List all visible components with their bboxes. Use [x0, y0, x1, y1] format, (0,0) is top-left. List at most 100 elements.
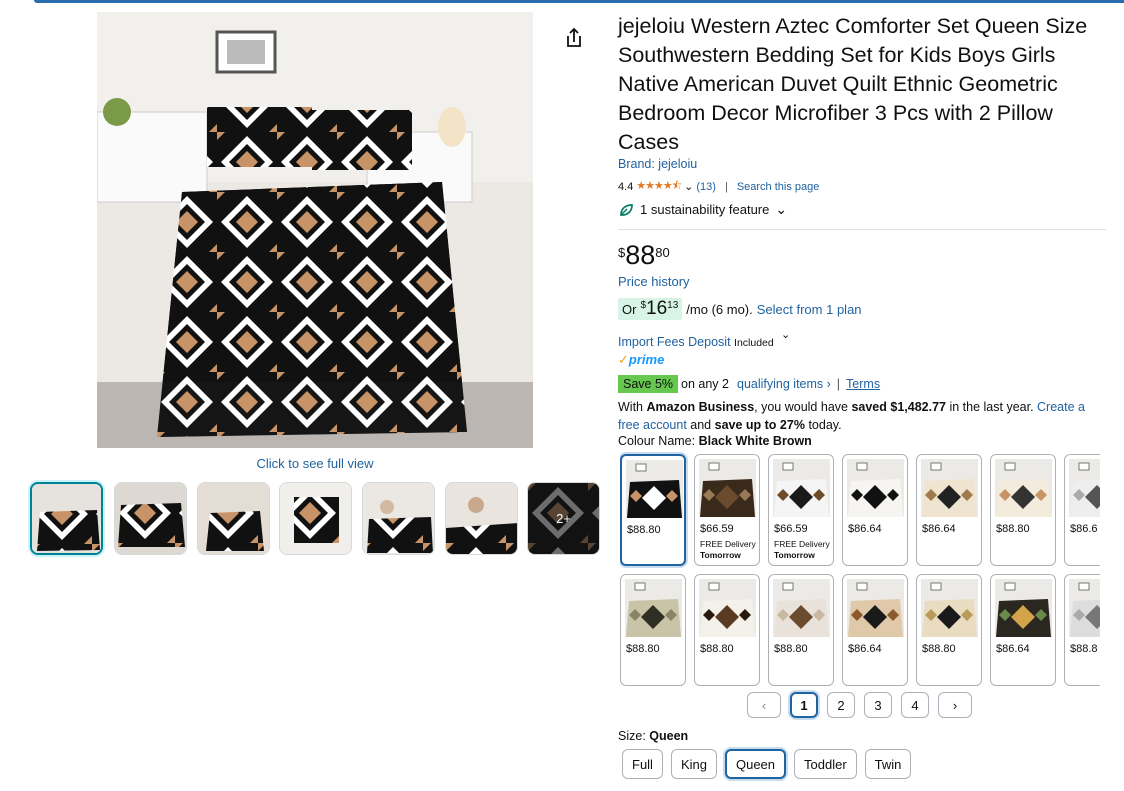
colour-swatch[interactable]: $86.64 [916, 454, 982, 566]
biz-and: and [690, 418, 712, 432]
thumbnail-more[interactable]: 2+ [527, 482, 600, 555]
colour-swatch[interactable]: $88.80 [768, 574, 834, 686]
import-fees: Import Fees Deposit Included [618, 335, 774, 349]
colour-swatch[interactable]: $86.64 [842, 454, 908, 566]
thumbnail-1[interactable] [30, 482, 103, 555]
thumbnail-3[interactable] [197, 482, 270, 555]
chevron-down-icon[interactable]: ⌄ [781, 328, 790, 341]
swatch-price: $66.59 [774, 523, 808, 535]
swatch-price: $86.64 [996, 643, 1030, 655]
swatch-delivery: FREE Delivery Tomorrow [700, 539, 756, 560]
colour-swatch[interactable]: $86.64 [990, 574, 1056, 686]
colour-swatch[interactable]: $88.80 [694, 574, 760, 686]
size-option-full[interactable]: Full [622, 749, 663, 779]
page-3-button[interactable]: 3 [864, 692, 892, 718]
swatch-delivery: FREE Delivery Tomorrow [774, 539, 830, 560]
page-2-button[interactable]: 2 [827, 692, 855, 718]
divider [618, 229, 1106, 230]
swatch-price: $88.80 [922, 643, 956, 655]
swatch-image [1069, 579, 1100, 637]
thumbnail-5[interactable] [362, 482, 435, 555]
review-count-link[interactable]: (13) [696, 181, 716, 193]
import-fees-link[interactable]: Import Fees Deposit [618, 335, 731, 349]
size-option-twin[interactable]: Twin [864, 749, 912, 779]
colour-swatch[interactable]: $88.8 [1064, 574, 1100, 686]
prev-page-button[interactable]: ‹ [747, 692, 781, 718]
page-4-button[interactable]: 4 [901, 692, 929, 718]
colour-swatch[interactable]: $88.80 [990, 454, 1056, 566]
size-label: Size: Queen [618, 729, 688, 743]
size-options: Full King Queen Toddler Twin [622, 749, 912, 779]
biz-prefix: With [618, 400, 643, 414]
sustainability-feature[interactable]: 1 sustainability feature ⌄ [618, 201, 787, 218]
swatch-price: $86.6 [1070, 523, 1098, 535]
next-page-button[interactable]: › [938, 692, 972, 718]
save-text: on any 2 [681, 377, 729, 391]
swatch-image [699, 459, 756, 517]
monthly-fraction: 13 [667, 300, 679, 311]
biz-tail: in the last year. [949, 400, 1034, 414]
size-option-queen[interactable]: Queen [724, 749, 787, 779]
price-symbol: $ [618, 245, 626, 260]
swatch-image [921, 459, 978, 517]
swatch-image [995, 579, 1052, 637]
size-value: Queen [649, 729, 689, 743]
chevron-down-icon: ⌄ [775, 201, 788, 217]
swatch-price: $86.64 [922, 523, 956, 535]
price-whole: 88 [625, 240, 656, 270]
sustainability-label: 1 sustainability feature [640, 202, 770, 217]
swatch-price: $88.80 [996, 523, 1030, 535]
size-option-king[interactable]: King [670, 749, 717, 779]
swatch-image [625, 579, 682, 637]
qualifying-items-link[interactable]: qualifying items › [737, 377, 831, 391]
swatch-price: $66.59 [700, 523, 734, 535]
click-full-view-link[interactable]: Click to see full view [97, 456, 533, 471]
size-label-text: Size: [618, 729, 646, 743]
colour-swatch[interactable]: $88.80 [620, 454, 686, 566]
monthly-whole: 16 [646, 298, 668, 319]
swatch-image [626, 460, 683, 518]
top-accent-line [34, 0, 1124, 3]
monthly-or: Or [622, 302, 637, 317]
chevron-down-icon[interactable]: ⌄ [684, 180, 693, 193]
swatch-image [921, 579, 978, 637]
select-plan-link[interactable]: Select from 1 plan [757, 302, 862, 317]
colour-swatch[interactable]: $88.80 [916, 574, 982, 686]
share-icon[interactable] [560, 24, 588, 52]
swatch-price: $88.80 [774, 643, 808, 655]
swatch-image [773, 459, 830, 517]
biz-saved: saved $1,482.77 [851, 400, 946, 414]
thumbnail-strip: 2+ [30, 482, 600, 557]
colour-swatch[interactable]: $66.59 FREE Delivery Tomorrow [768, 454, 834, 566]
colour-swatch[interactable]: $86.64 [842, 574, 908, 686]
size-option-toddler[interactable]: Toddler [794, 749, 857, 779]
thumbnail-2[interactable] [114, 482, 187, 555]
terms-link[interactable]: Terms [846, 377, 880, 391]
page-1-button[interactable]: 1 [790, 692, 818, 718]
star-rating-icon[interactable]: ★★★★⯪ [636, 177, 682, 196]
monthly-payment: Or $ 16 13 /mo (6 mo). Select from 1 pla… [618, 298, 862, 320]
swatch-image [995, 459, 1052, 517]
search-page-link[interactable]: Search this page [737, 181, 820, 193]
thumbnail-6[interactable] [445, 482, 518, 555]
colour-swatch[interactable]: $88.80 [620, 574, 686, 686]
separator: | [724, 180, 728, 193]
swatch-price: $88.8 [1070, 643, 1098, 655]
thumbnail-4[interactable] [279, 482, 352, 555]
leaf-icon [620, 203, 633, 216]
colour-name: Colour Name: Black White Brown [618, 434, 812, 448]
colour-swatch[interactable]: $66.59 FREE Delivery Tomorrow [694, 454, 760, 566]
swatch-price: $88.80 [626, 643, 660, 655]
biz-today: today. [808, 418, 842, 432]
monthly-price-pill: Or $ 16 13 [618, 298, 683, 320]
price-fraction: 80 [655, 245, 670, 260]
biz-name: Amazon Business [646, 400, 755, 414]
main-product-image[interactable] [97, 12, 533, 448]
swatch-price: $86.64 [848, 523, 882, 535]
brand-link[interactable]: Brand: jejeloiu [618, 157, 697, 171]
colour-label: Colour Name: [618, 434, 696, 448]
biz-mid: , you would have [754, 400, 848, 414]
separator: | [836, 377, 841, 391]
colour-swatch[interactable]: $86.6 [1064, 454, 1100, 566]
price-history-link[interactable]: Price history [618, 274, 690, 289]
